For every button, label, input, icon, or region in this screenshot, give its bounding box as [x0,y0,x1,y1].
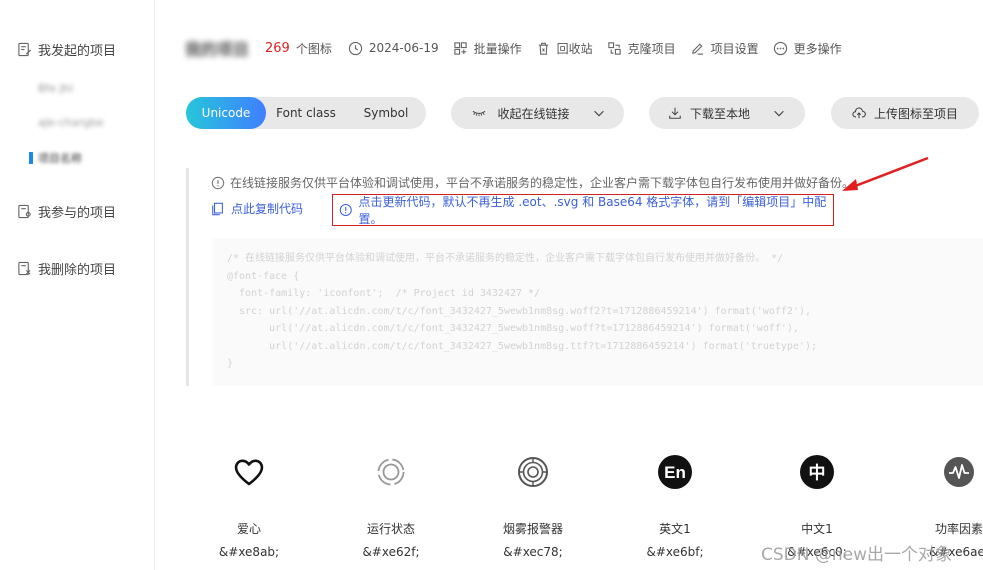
clone-icon [607,41,621,55]
annotation-arrow-icon [842,156,929,191]
update-code-hint[interactable]: 点击更新代码，默认不再生成 .eot、.svg 和 Base64 格式字体，请到… [332,194,834,226]
sidebar: 我发起的项目 Bfe Jhl aJe-chargbe 项目名称 我参与的项目 我… [0,0,155,570]
font-face-code: /* 在线链接服务仅供平台体验和调试使用，平台不承诺服务的稳定性，企业客户需下载… [213,238,983,386]
clone-project-label: 克隆项目 [627,41,676,56]
project-settings-button[interactable]: 项目设置 [690,40,759,57]
icon-code: &#xe62f; [362,545,420,559]
trash-icon [538,42,548,55]
sidebar-deleted-projects-label: 我删除的项目 [38,263,117,278]
power-factor-icon [939,452,979,492]
edit-icon [691,42,703,55]
icon-count: 269 [265,40,290,56]
sidebar-my-projects[interactable]: 我发起的项目 [16,40,116,59]
document-edit-icon [16,42,32,58]
english-icon: En [655,452,695,492]
recycle-bin-label: 回收站 [556,41,593,56]
sidebar-sub-item[interactable]: aJe-chargbe [38,116,104,129]
sidebar-sub-item[interactable]: Bfe Jhl [38,82,73,95]
icon-count-label: 个图标 [295,41,332,56]
icon-name: 功率因素 [934,522,983,536]
icon-code: &#xe8ab; [218,545,280,559]
info-circle-icon [339,204,352,216]
format-tabs: Unicode Font class Symbol [186,97,426,129]
project-settings-label: 项目设置 [710,41,759,56]
recycle-bin-button[interactable]: 回收站 [536,40,593,57]
tab-unicode[interactable]: Unicode [186,97,266,129]
cloud-upload-icon [852,107,866,119]
tab-symbol[interactable]: Symbol [346,97,426,129]
copy-code-label: 点此复制代码 [231,202,304,216]
icon-name: 中文1 [801,522,833,536]
icon-code: &#xe6bf; [646,545,704,559]
chevron-down-icon [774,110,784,117]
english-glyph-text: En [664,463,686,482]
sidebar-deleted-projects[interactable]: 我删除的项目 [16,259,116,278]
copy-code-link[interactable]: 点此复制代码 [211,200,303,217]
icon-name: 爱心 [236,522,261,536]
icon-name: 烟雾报警器 [502,522,563,536]
icon-card-english[interactable]: En 英文1 &#xe6bf; [610,452,740,559]
project-header: 我的项目 269 个图标 2024-06-19 批量操作 回收站 克隆项目 项目… [185,36,856,60]
icon-card-running-status[interactable]: 运行状态 &#xe62f; [326,452,456,559]
batch-ops-button[interactable]: 批量操作 [453,40,522,57]
project-name: 我的项目 [185,40,250,59]
sidebar-joined-projects[interactable]: 我参与的项目 [16,202,116,221]
icon-card-heart[interactable]: 爱心 &#xe8ab; [184,452,314,559]
chinese-icon: 中 [797,452,837,492]
collapse-online-link-button[interactable]: 收起在线链接 [451,97,624,129]
heart-icon [229,452,269,492]
copy-icon [212,202,223,215]
service-warning-text: 在线链接服务仅供平台体验和调试使用，平台不承诺服务的稳定性，企业客户需下载字体包… [230,176,855,190]
icon-name: 运行状态 [366,522,415,536]
document-user-icon [16,204,32,220]
date-text: 2024-06-19 [368,41,439,55]
download-icon [669,107,681,119]
info-circle-icon [211,176,225,189]
eye-closed-icon [473,110,486,117]
clock-icon [348,41,363,55]
download-local-button[interactable]: 下载至本地 [649,97,805,129]
icon-name: 英文1 [659,522,691,536]
more-dots-icon [773,41,787,55]
running-status-icon [371,452,411,492]
download-local-label: 下载至本地 [689,106,750,121]
upload-icons-button[interactable]: 上传图标至项目 [831,97,979,129]
sidebar-sub-item-active[interactable]: 项目名称 [38,150,82,166]
sidebar-my-projects-label: 我发起的项目 [38,44,117,59]
update-code-hint-text: 点击更新代码，默认不再生成 .eot、.svg 和 Base64 格式字体，请到… [358,195,827,226]
grid-icon [453,41,467,55]
chevron-down-icon [593,110,604,117]
smoke-alarm-icon [513,452,553,492]
service-warning: 在线链接服务仅供平台体验和调试使用，平台不承诺服务的稳定性，企业客户需下载字体包… [211,174,854,191]
more-ops-label: 更多操作 [793,41,842,56]
upload-icons-label: 上传图标至项目 [873,106,958,121]
clone-project-button[interactable]: 克隆项目 [607,40,676,57]
date-display: 2024-06-19 [348,41,439,56]
watermark: CSDN @new出一个对象 [761,545,953,565]
chinese-glyph-text: 中 [809,463,826,484]
tab-font-class[interactable]: Font class [266,97,346,129]
more-ops-button[interactable]: 更多操作 [773,40,842,57]
sidebar-joined-projects-label: 我参与的项目 [38,206,117,221]
batch-ops-label: 批量操作 [473,41,522,56]
document-delete-icon [16,261,32,277]
icon-code: &#xec78; [503,545,563,559]
collapse-link-label: 收起在线链接 [497,106,570,121]
active-marker [29,152,33,164]
code-panel: 在线链接服务仅供平台体验和调试使用，平台不承诺服务的稳定性，企业客户需下载字体包… [186,168,983,386]
icon-card-smoke-alarm[interactable]: 烟雾报警器 &#xec78; [468,452,598,559]
